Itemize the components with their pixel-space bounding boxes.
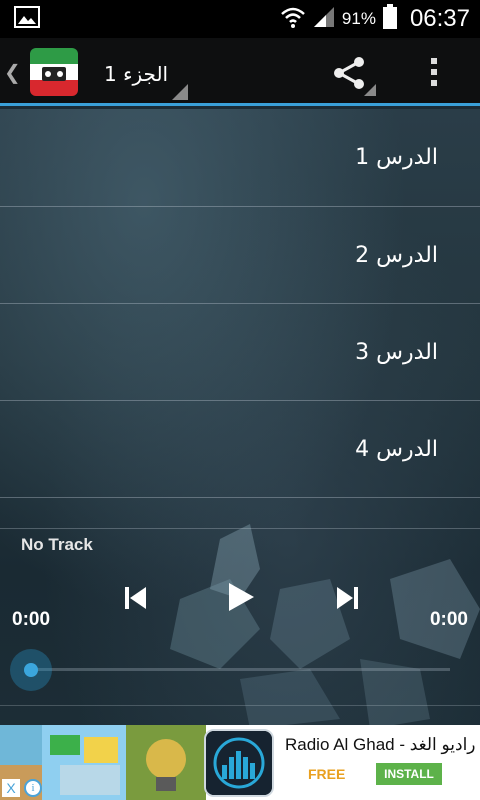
lesson-list: الدرس 1 الدرس 2 الدرس 3 الدرس 4: [0, 109, 480, 498]
image-notification-icon: [14, 6, 40, 32]
title-dropdown-indicator: [172, 84, 188, 100]
wifi-icon: [280, 5, 306, 33]
battery-icon: [382, 4, 398, 34]
back-icon[interactable]: ❮: [4, 60, 21, 84]
share-dropdown-indicator: [364, 84, 376, 96]
lesson-label: الدرس 2: [355, 242, 438, 268]
list-item[interactable]: الدرس 4: [0, 401, 480, 498]
info-icon[interactable]: i: [24, 779, 42, 797]
clock: 06:37: [409, 5, 470, 32]
page-title[interactable]: الجزء 1: [104, 62, 168, 86]
overflow-menu-icon[interactable]: [431, 58, 437, 86]
ad-banner[interactable]: X i Radio Al Ghad - راديو الغد FREE INST…: [0, 725, 480, 800]
ad-price: FREE: [308, 766, 346, 782]
lesson-label: الدرس 4: [355, 436, 438, 462]
seek-bar[interactable]: [30, 668, 450, 671]
action-bar: ❮ الجزء 1: [0, 38, 480, 106]
content-area: الدرس 1 الدرس 2 الدرس 3 الدرس 4 No Track…: [0, 109, 480, 725]
app-logo-icon[interactable]: [30, 48, 78, 96]
ad-screenshots[interactable]: X i: [0, 725, 206, 800]
ad-app-icon[interactable]: [204, 729, 274, 797]
player-divider: [0, 528, 480, 529]
next-icon[interactable]: [334, 585, 360, 611]
player-bottom-divider: [0, 705, 480, 706]
lesson-label: الدرس 1: [355, 145, 438, 170]
close-icon[interactable]: X: [2, 779, 20, 797]
ad-title[interactable]: Radio Al Ghad - راديو الغد: [285, 735, 476, 755]
battery-percent: 91%: [341, 9, 376, 28]
signal-icon: [312, 5, 336, 33]
list-item[interactable]: الدرس 1: [0, 109, 480, 207]
play-icon[interactable]: [226, 581, 256, 613]
previous-icon[interactable]: [123, 585, 149, 611]
seek-thumb[interactable]: [10, 649, 52, 691]
total-time: 0:00: [429, 609, 468, 630]
list-item[interactable]: الدرس 3: [0, 304, 480, 401]
track-title: No Track: [21, 535, 93, 554]
install-button[interactable]: INSTALL: [376, 763, 442, 785]
share-icon[interactable]: [332, 56, 366, 94]
status-bar: 91% 06:37: [0, 0, 480, 38]
list-item[interactable]: الدرس 2: [0, 207, 480, 304]
lesson-label: الدرس 3: [355, 339, 438, 365]
elapsed-time: 0:00: [12, 609, 51, 630]
